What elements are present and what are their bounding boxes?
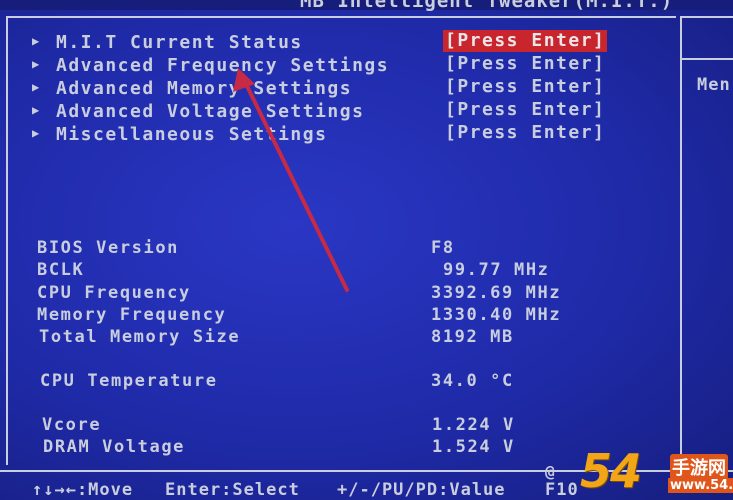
bios-title: MB Intelligent Tweaker(M.I.T.) [300,0,674,12]
menu-item-label: M.I.T Current Status [56,32,303,53]
submenu-arrow-icon: ▶ [32,57,41,71]
menu-value-advanced-voltage[interactable]: [Press Enter] [443,99,607,121]
menu-value-advanced-frequency[interactable]: [Press Enter] [443,53,607,75]
menu-value-mit-current-status[interactable]: [Press Enter] [443,30,608,52]
hint-move: ↑↓→←:Move [32,480,134,500]
site-watermark: 54 手游网 www.54...cn [580,444,733,500]
total-memory-label: Total Memory Size [39,327,241,347]
hint-value: +/-/PU/PD:Value [337,480,506,500]
bios-screen: MB Intelligent Tweaker(M.I.T.) Men ▶ M.I… [0,0,733,500]
menu-item-label: Miscellaneous Settings [56,124,328,145]
cpu-frequency-label: CPU Frequency [37,283,191,303]
menu-item-label: Advanced Memory Settings [56,78,353,99]
vcore-value: 1.224 V [432,415,515,435]
submenu-arrow-icon: ▶ [32,103,41,117]
total-memory-value: 8192 MB [431,327,514,347]
submenu-arrow-icon: ▶ [32,126,41,140]
submenu-arrow-icon: ▶ [32,34,41,48]
submenu-arrow-icon: ▶ [32,80,41,94]
dram-voltage-value: 1.524 V [432,437,515,457]
memory-frequency-label: Memory Frequency [37,305,227,325]
cpu-temperature-label: CPU Temperature [40,371,218,391]
watermark-at: @ [545,462,555,481]
hint-select: Enter:Select [165,480,300,500]
vcore-label: Vcore [42,415,102,435]
bclk-value: 99.77 MHz [443,260,550,280]
menu-value-miscellaneous[interactable]: [Press Enter] [443,122,607,144]
help-panel-text: Men [697,75,731,95]
watermark-brand: 手游网 [670,454,728,480]
bios-version-value: F8 [431,238,455,258]
menu-item-label: Advanced Frequency Settings [56,55,390,76]
watermark-site: www.54...cn [668,478,733,493]
dram-voltage-label: DRAM Voltage [43,437,186,457]
help-panel-divider [680,58,733,60]
cpu-frequency-value: 3392.69 MHz [431,283,562,303]
title-bar: MB Intelligent Tweaker(M.I.T.) [0,0,733,12]
menu-item-label: Advanced Voltage Settings [56,101,365,122]
bios-version-label: BIOS Version [37,238,180,258]
hint-f10: F10 [545,480,579,500]
cpu-temperature-value: 34.0 °C [431,371,514,391]
watermark-logo: 54 [580,444,642,498]
memory-frequency-value: 1330.40 MHz [431,305,562,325]
bclk-label: BCLK [37,260,85,280]
menu-value-advanced-memory[interactable]: [Press Enter] [443,76,607,98]
